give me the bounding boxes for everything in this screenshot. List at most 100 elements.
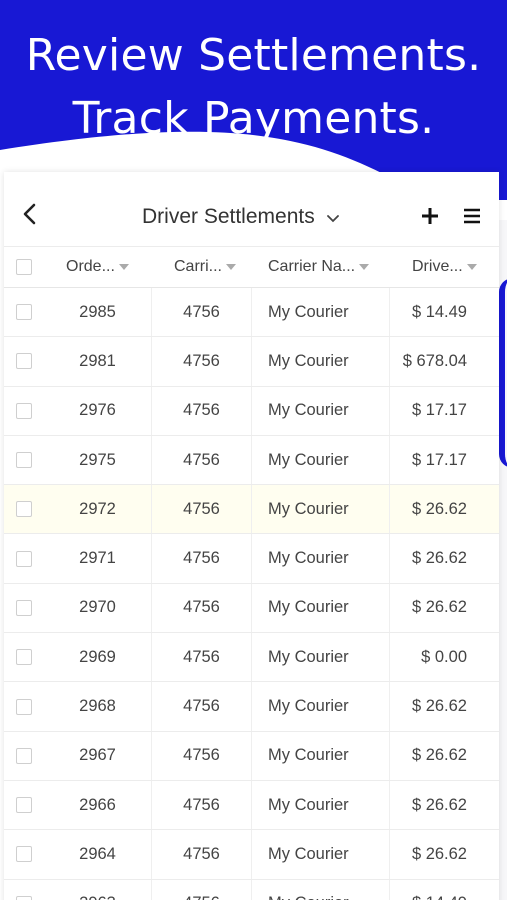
driver-pay-cell: $ 14.49 [390,880,499,900]
row-checkbox[interactable] [16,550,32,567]
select-all-cell[interactable] [4,247,44,287]
driver-pay-cell: $ 0.00 [421,647,467,666]
order-cell: 2966 [44,780,152,830]
select-all-checkbox[interactable] [16,259,32,275]
column-header-driver-pay[interactable]: Drive... [390,247,499,287]
hamburger-menu-icon [464,208,480,224]
screen-title: Driver Settlements [142,205,315,228]
row-select-cell[interactable] [4,633,44,681]
app-screen: Driver Settlements Orde... Carri... Carr… [4,172,499,900]
carrier-name-cell: My Courier [252,583,390,633]
table-row[interactable]: 2967 4756 My Courier $ 26.62 [4,731,499,781]
row-select-cell[interactable] [4,387,44,435]
headline-line-1: Review Settlements. [25,30,482,81]
driver-pay-cell: $ 26.62 [411,844,467,863]
sort-arrow-icon [118,264,129,270]
table-row[interactable]: 29634756My Courier$ 14.49 [4,879,499,900]
carrier-name-cell: My Courier [252,731,390,780]
screen-title-dropdown[interactable]: Driver Settlements [142,202,339,232]
carrier-cell: 4756 [152,337,252,386]
row-select-cell[interactable] [4,732,44,780]
order-cell: 2985 [44,288,152,337]
driver-pay-cell: $ 26.62 [411,746,467,765]
table-row[interactable]: 2976 4756 My Courier $ 17.17 [4,386,499,436]
table-row[interactable]: 2966 4756 My Courier $ 26.62 [4,780,499,831]
row-select-cell[interactable] [4,534,44,582]
carrier-cell: 4756 [152,288,252,337]
order-cell: 2970 [44,583,152,633]
order-cell: 2964 [44,830,152,879]
row-select-cell[interactable] [4,830,44,878]
column-header-carrier-name[interactable]: Carrier Na... [252,247,390,287]
row-checkbox[interactable] [16,452,32,469]
order-cell: 2967 [44,731,152,780]
decorative-accent [499,278,507,468]
row-select-cell[interactable] [4,781,44,829]
carrier-cell: 4756 [152,780,252,830]
row-select-cell[interactable] [4,436,44,484]
carrier-name-cell: My Courier [252,682,390,731]
row-checkbox[interactable] [16,402,32,419]
carrier-cell: 4756 [152,485,252,534]
driver-pay-cell: $ 26.62 [411,499,467,518]
carrier-name-cell: My Courier [252,337,390,386]
row-checkbox[interactable] [16,304,32,321]
row-select-cell[interactable] [4,880,44,900]
table-body: 2985 4756 My Courier $ 14.49 2981 4756 My Cour… [4,288,499,900]
back-button[interactable] [16,200,42,228]
carrier-name-cell: My Courier [252,435,390,485]
driver-pay-cell: $ 26.62 [411,549,467,568]
row-checkbox[interactable] [16,846,32,863]
table-row[interactable]: 2975 4756 My Courier $ 17.17 [4,435,499,486]
chevron-left-icon [23,203,36,225]
sort-arrow-icon [466,264,477,270]
row-checkbox[interactable] [16,501,32,518]
carrier-cell: 4756 [152,879,252,900]
row-checkbox[interactable] [16,353,32,370]
row-select-cell[interactable] [4,485,44,533]
order-cell: 2972 [44,485,152,534]
row-select-cell[interactable] [4,337,44,385]
carrier-cell: 4756 [152,583,252,633]
chevron-down-icon [326,215,339,223]
carrier-name-cell: My Courier [252,386,390,435]
table-row[interactable]: 2968 4756 My Courier $ 26.62 [4,682,499,732]
add-button[interactable] [418,202,442,230]
table-row[interactable]: 2972 4756 My Courier $ 26.62 [4,485,499,535]
column-label: Carrier Na... [268,258,356,275]
row-select-cell[interactable] [4,682,44,730]
order-cell: 2975 [44,435,152,485]
table-row[interactable]: 2971 4756 My Courier $ 26.62 [4,534,499,584]
carrier-cell: 4756 [152,534,252,583]
row-checkbox[interactable] [16,649,32,666]
row-checkbox[interactable] [16,797,32,814]
carrier-cell: 4756 [152,633,252,682]
order-cell: 2981 [44,337,152,386]
row-checkbox[interactable] [16,747,32,764]
driver-pay-cell: $ 26.62 [411,697,467,716]
column-label: Orde... [66,258,115,275]
driver-pay-cell: $ 26.62 [411,598,467,617]
column-label: Carri... [174,258,222,275]
table-row[interactable]: 2964 4756 My Courier $ 26.62 [4,830,499,880]
carrier-name-cell: My Courier [252,288,390,337]
menu-button[interactable] [460,202,484,230]
table-row[interactable]: 2985 4756 My Courier $ 14.49 [4,288,499,338]
column-header-carrier[interactable]: Carri... [152,247,252,287]
table-row[interactable]: 2981 4756 My Courier $ 678.04 [4,337,499,387]
table-row[interactable]: 2970 4756 My Courier $ 26.62 [4,583,499,634]
carrier-name-cell: My Courier [252,485,390,534]
carrier-name-cell: My Courier [252,830,390,879]
carrier-name-cell: My Courier [252,879,390,900]
row-checkbox[interactable] [16,599,32,616]
row-checkbox[interactable] [16,698,32,715]
row-select-cell[interactable] [4,584,44,632]
app-toolbar: Driver Settlements [4,188,499,246]
driver-pay-cell: $ 14.49 [411,302,467,321]
headline-line-2: Track Payments. [72,93,435,144]
row-checkbox[interactable] [16,895,32,900]
row-select-cell[interactable] [4,288,44,336]
order-cell: 2976 [44,386,152,435]
table-row[interactable]: 2969 4756 My Courier $ 0.00 [4,633,499,683]
column-header-order[interactable]: Orde... [44,247,152,287]
